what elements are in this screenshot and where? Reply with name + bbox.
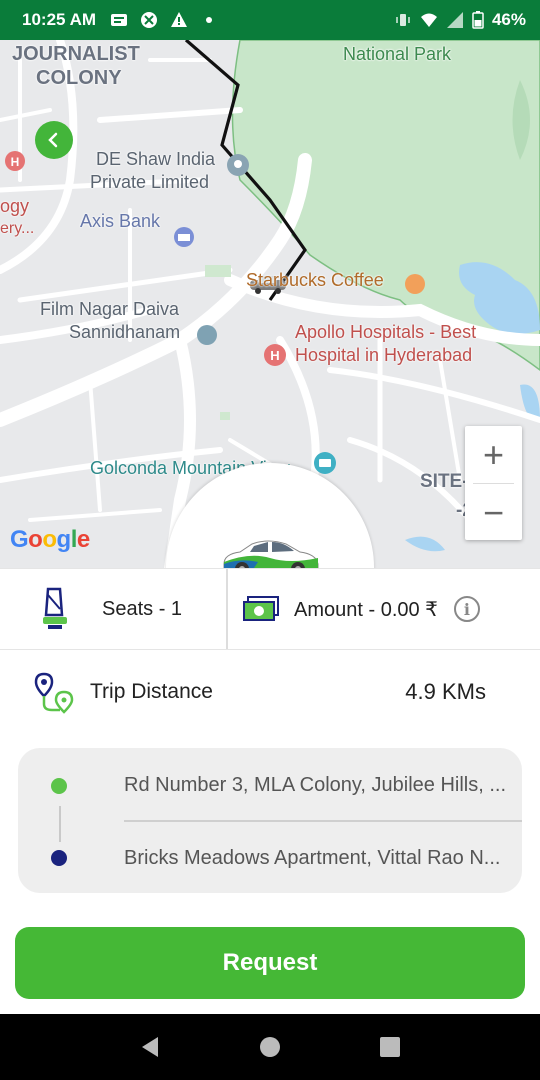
google-logo: Google — [10, 526, 90, 553]
battery-icon — [472, 11, 484, 29]
seats-label: Seats - 1 — [102, 597, 183, 620]
warning-icon — [171, 12, 188, 27]
square-recents-icon — [380, 1037, 400, 1057]
route-icon — [34, 672, 74, 714]
map-label-journalist: JOURNALIST — [12, 43, 140, 65]
map-label-colony: COLONY — [36, 67, 122, 89]
map-label-ery: ery... — [0, 220, 35, 237]
seats-section[interactable]: Seats - 1 — [0, 569, 228, 649]
vpn-icon — [141, 12, 158, 28]
seat-icon — [43, 587, 67, 629]
status-time: 10:25 AM — [22, 10, 97, 29]
amount-label: Amount - 0.00 ₹ — [294, 598, 438, 621]
car-icon[interactable] — [220, 536, 320, 568]
vibrate-icon — [396, 14, 410, 26]
signal-icon — [446, 12, 463, 28]
dot-icon — [206, 17, 213, 23]
trip-summary-row: Seats - 1 Amount - 0.00 ₹ i — [0, 568, 540, 650]
pickup-dot-icon — [51, 778, 67, 794]
map-label-ogy: ogy — [0, 196, 30, 216]
status-bar: 10:25 AM 46% — [0, 0, 540, 40]
battery-level: 46% — [491, 10, 526, 29]
map-view[interactable]: H H JOURNALIST COLONY National Park DE S… — [0, 40, 540, 568]
zoom-controls: + − — [465, 426, 522, 540]
system-nav-bar — [0, 1014, 540, 1080]
request-button[interactable]: Request — [15, 927, 525, 999]
zoom-out-button[interactable]: − — [465, 484, 522, 541]
pickup-address[interactable]: Rd Number 3, MLA Colony, Jubilee Hills, … — [124, 774, 522, 797]
triangle-back-icon — [142, 1037, 158, 1057]
map-label-national-park: National Park — [343, 44, 452, 64]
svg-text:H: H — [11, 155, 20, 169]
amount-section: Amount - 0.00 ₹ i — [228, 595, 540, 623]
home-nav-button[interactable] — [250, 1027, 290, 1067]
map-label-starbucks: Starbucks Coffee — [246, 270, 384, 290]
info-icon[interactable]: i — [453, 596, 480, 622]
map-label-apollo-2: Hospital in Hyderabad — [295, 345, 473, 365]
chevron-left-icon — [48, 132, 58, 148]
zoom-in-button[interactable]: + — [465, 426, 522, 483]
map-label-de-shaw-2: Private Limited — [90, 172, 210, 192]
back-nav-button[interactable] — [130, 1027, 170, 1067]
trip-distance-value: 4.9 KMs — [405, 679, 486, 704]
back-button[interactable] — [35, 121, 73, 159]
map-label-film-nagar-1: Film Nagar Daiva — [40, 299, 180, 319]
map-label-axis-bank: Axis Bank — [80, 211, 161, 231]
map-label-film-nagar-2: Sannidhanam — [69, 322, 181, 342]
address-card: Rd Number 3, MLA Colony, Jubilee Hills, … — [18, 748, 522, 893]
drop-dot-icon — [51, 850, 67, 866]
trip-distance-label: Trip Distance — [90, 680, 213, 703]
address-divider — [124, 820, 522, 822]
drop-address[interactable]: Bricks Meadows Apartment, Vittal Rao N..… — [124, 847, 522, 870]
circle-home-icon — [260, 1037, 280, 1057]
map-label-apollo-1: Apollo Hospitals - Best — [295, 322, 477, 342]
svg-text:H: H — [270, 348, 279, 363]
recents-nav-button[interactable] — [370, 1027, 410, 1067]
cash-icon — [243, 596, 279, 621]
map-label-de-shaw-1: DE Shaw India — [96, 149, 216, 169]
message-icon — [111, 14, 128, 26]
route-connector — [59, 806, 61, 842]
wifi-icon — [420, 13, 437, 27]
trip-distance-row: Trip Distance 4.9 KMs — [0, 660, 540, 724]
